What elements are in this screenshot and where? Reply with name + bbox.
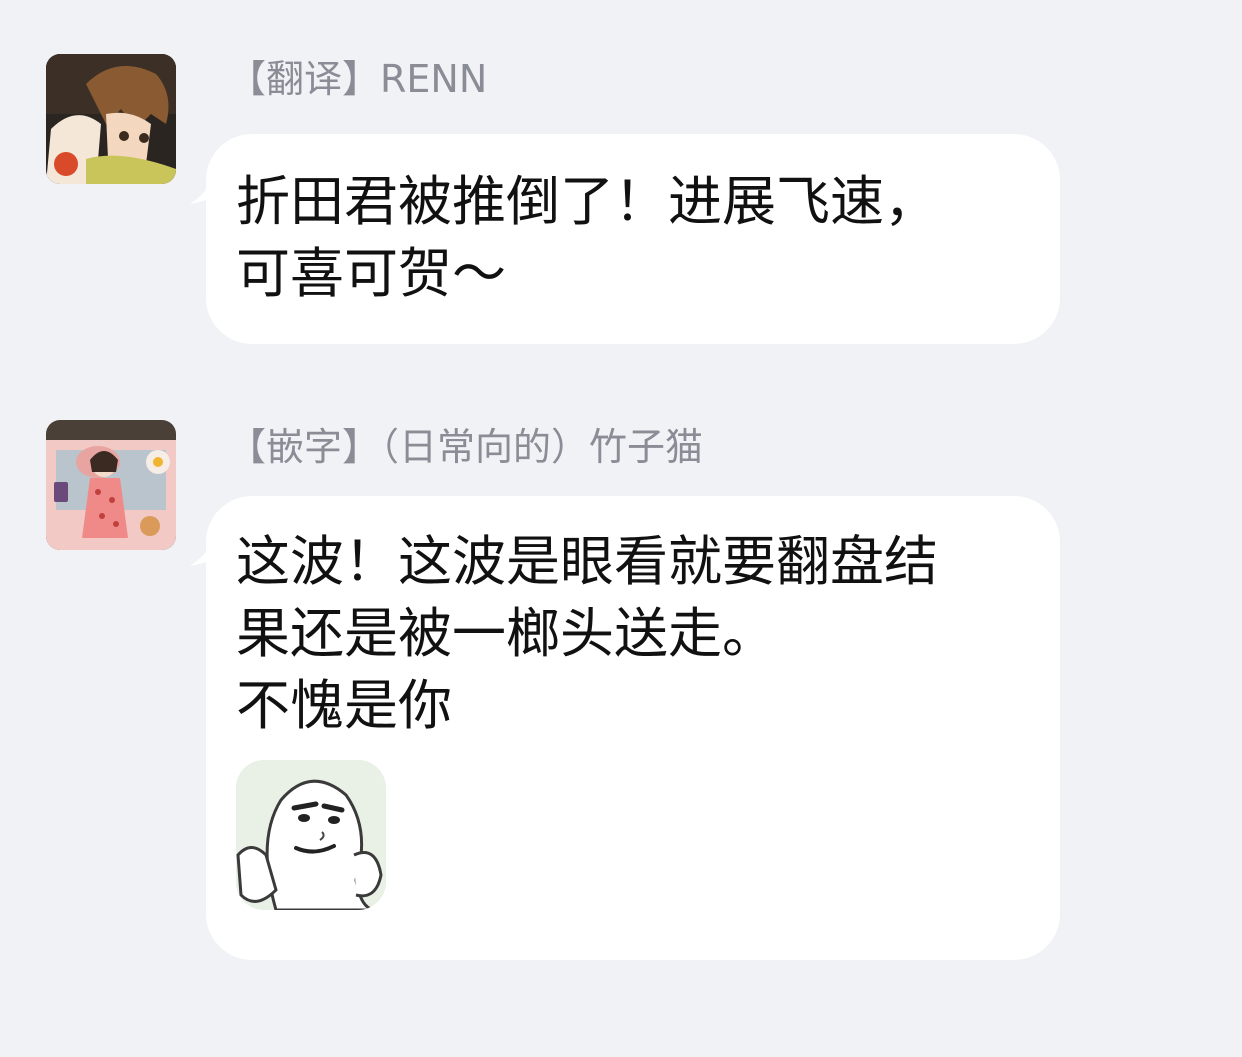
message-bubble[interactable]: 这波！这波是眼看就要翻盘结 果还是被一榔头送走。 不愧是你	[190, 496, 1060, 960]
bubble-tail	[190, 532, 220, 566]
sender-name: 【嵌字】（日常向的）竹子猫	[228, 425, 704, 469]
bubble-tail	[190, 170, 220, 204]
sender-name: 【翻译】RENN	[228, 57, 488, 101]
smug-face-sticker[interactable]	[236, 760, 386, 910]
message-text: 折田君被推倒了！进展飞速， 可喜可贺～	[236, 170, 938, 305]
anime-boy-avatar[interactable]	[46, 54, 176, 184]
message-text: 这波！这波是眼看就要翻盘结 果还是被一榔头送走。 不愧是你	[236, 530, 938, 737]
girl-on-bed-avatar[interactable]	[46, 420, 176, 550]
message-bubble[interactable]: 折田君被推倒了！进展飞速， 可喜可贺～	[190, 134, 1060, 344]
